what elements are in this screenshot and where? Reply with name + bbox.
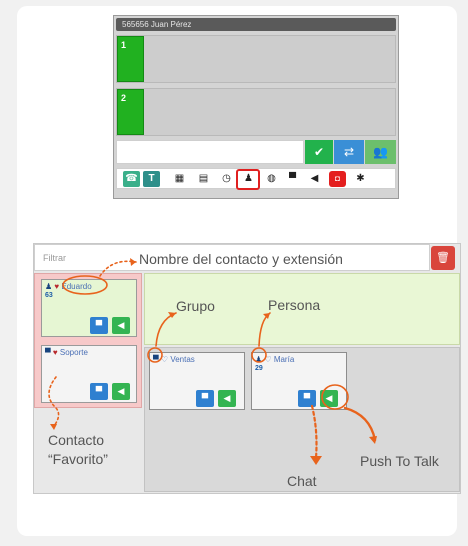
- contact-extension: 29: [255, 365, 263, 372]
- favorite-contact-card[interactable]: ♟ ♥ Eduardo 63 ▀ ◀: [41, 279, 137, 337]
- chat-icon[interactable]: ▀: [284, 171, 301, 187]
- annotation-chat: Chat: [287, 473, 317, 489]
- chat-icon: ▀: [201, 393, 209, 403]
- softphone-panel: 565656 Juan Pérez 1 2 ✔ ⇄ 👥 ☎ T ▦ ▤ ◷ ♟ …: [113, 15, 399, 199]
- contact-name-row: ♟ ♥ Eduardo: [45, 282, 92, 291]
- chat-button[interactable]: ▀: [90, 317, 108, 334]
- megaphone-icon: ◀: [117, 320, 125, 330]
- contacts-highlight: [236, 169, 260, 190]
- check-icon: ✔: [313, 145, 325, 159]
- settings-icon[interactable]: ✱: [352, 171, 369, 187]
- persons-area: ▀ ♡ Ventas ▀ ◀ ♟ ♡ María 29 ▀ ◀: [144, 347, 460, 492]
- dial-row: ✔ ⇄ 👥: [116, 140, 396, 164]
- keypad-icon[interactable]: ▦: [171, 171, 188, 187]
- heart-outline-icon[interactable]: ♡: [264, 355, 271, 364]
- push-to-talk-button[interactable]: ◀: [218, 390, 236, 407]
- annotation-favorite-line1: Contacto: [48, 432, 105, 448]
- contact-name: Eduardo: [61, 282, 92, 291]
- heart-icon[interactable]: ♥: [53, 348, 58, 357]
- annotation-push-to-talk: Push To Talk: [360, 453, 439, 469]
- contact-name-row: ♟ ♡ María: [255, 355, 294, 364]
- calculator-icon[interactable]: ▤: [195, 171, 212, 187]
- users-icon: 👥: [373, 145, 388, 159]
- megaphone-icon: ◀: [325, 393, 333, 403]
- line-2[interactable]: 2: [116, 88, 396, 136]
- chat-button[interactable]: ▀: [298, 390, 316, 407]
- chat-button[interactable]: ▀: [90, 383, 108, 400]
- trash-button[interactable]: 🗑: [431, 246, 455, 270]
- phone-title-bar: 565656 Juan Pérez: [116, 18, 396, 31]
- contact-name: Soporte: [59, 348, 88, 357]
- person-contact-card[interactable]: ♟ ♡ María 29 ▀ ◀: [251, 352, 347, 410]
- contact-extension: 63: [45, 292, 53, 299]
- voicemail-icon[interactable]: ◘: [329, 171, 346, 187]
- transfer-button[interactable]: ⇄: [334, 140, 364, 164]
- group-contact-card[interactable]: ▀ ♡ Ventas ▀ ◀: [149, 352, 245, 410]
- favorites-area: ♟ ♥ Eduardo 63 ▀ ◀ ▀ ♥ Soporte ▀ ◀: [34, 273, 142, 408]
- annotation-favorite-line2: “Favorito”: [48, 451, 108, 467]
- contact-name-row: ▀ ♥ Soporte: [45, 348, 88, 357]
- phone-toolbar: ☎ T ▦ ▤ ◷ ♟ ◍ ▀ ◀ ◘ ✱: [116, 168, 396, 190]
- contact-name: Ventas: [170, 355, 195, 364]
- dial-input[interactable]: [116, 140, 304, 164]
- contact-name-row: ▀ ♡ Ventas: [153, 355, 195, 364]
- chat-icon: ▀: [95, 386, 103, 396]
- group-chat-icon: ▀: [45, 348, 51, 357]
- phone-icon[interactable]: ☎: [123, 171, 140, 187]
- line-1[interactable]: 1: [116, 35, 396, 83]
- group-chat-icon: ▀: [153, 355, 159, 364]
- accept-call-button[interactable]: ✔: [305, 140, 333, 164]
- contact-name: María: [273, 355, 295, 364]
- annotation-group: Grupo: [176, 298, 215, 314]
- annotation-contact-name: Nombre del contacto y extensión: [139, 251, 343, 267]
- favorite-group-card[interactable]: ▀ ♥ Soporte ▀ ◀: [41, 345, 137, 403]
- heart-outline-icon[interactable]: ♡: [161, 355, 168, 364]
- megaphone-icon[interactable]: ◀: [306, 171, 323, 187]
- conference-button[interactable]: 👥: [365, 140, 396, 164]
- transfer-icon: ⇄: [343, 145, 355, 159]
- person-icon: ♟: [45, 282, 53, 291]
- trash-icon: 🗑: [436, 252, 450, 264]
- text-icon[interactable]: T: [143, 171, 160, 187]
- chat-icon: ▀: [95, 320, 103, 330]
- chat-icon: ▀: [303, 393, 311, 403]
- line-number: 2: [117, 89, 144, 135]
- push-to-talk-button[interactable]: ◀: [112, 317, 130, 334]
- push-to-talk-button[interactable]: ◀: [112, 383, 130, 400]
- chat-button[interactable]: ▀: [196, 390, 214, 407]
- megaphone-icon: ◀: [223, 393, 231, 403]
- clock-icon[interactable]: ◷: [218, 171, 235, 187]
- push-to-talk-button[interactable]: ◀: [320, 390, 338, 407]
- globe-icon[interactable]: ◍: [263, 171, 280, 187]
- megaphone-icon: ◀: [117, 386, 125, 396]
- line-number: 1: [117, 36, 144, 82]
- person-icon: ♟: [255, 355, 263, 364]
- heart-icon[interactable]: ♥: [54, 282, 59, 291]
- annotation-person: Persona: [268, 297, 321, 313]
